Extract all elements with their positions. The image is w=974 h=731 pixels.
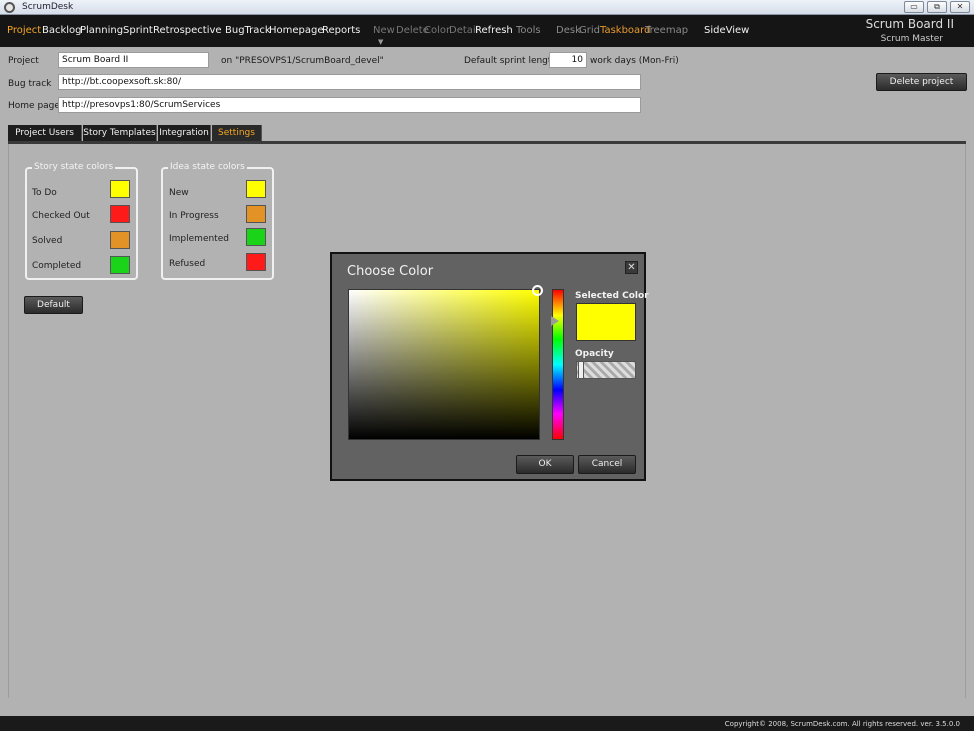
idea-colors-title: Idea state colors bbox=[168, 162, 247, 172]
sprint-length-label: Default sprint length bbox=[464, 56, 558, 66]
homepage-label: Home page bbox=[8, 101, 60, 111]
menu-bugtrack[interactable]: BugTrack bbox=[225, 25, 271, 36]
story-colors-title: Story state colors bbox=[32, 162, 116, 172]
minimize-button[interactable]: ▭ bbox=[904, 1, 924, 13]
main-menubar: Project Backlog Planning Sprint Retrospe… bbox=[0, 15, 974, 47]
ok-button[interactable]: OK bbox=[516, 455, 574, 474]
selected-color-preview bbox=[576, 303, 636, 341]
menu-project[interactable]: Project bbox=[7, 25, 41, 36]
menu-backlog[interactable]: Backlog bbox=[42, 25, 82, 36]
tab-project-users[interactable]: Project Users bbox=[8, 125, 82, 141]
menu-grid[interactable]: Grid bbox=[579, 25, 600, 36]
idea-color-label: Refused bbox=[169, 259, 206, 269]
menu-desk[interactable]: Desk bbox=[556, 25, 581, 36]
user-role: Scrum Master bbox=[880, 34, 943, 44]
menu-planning[interactable]: Planning bbox=[80, 25, 123, 36]
copyright-text: Copyright© 2008, ScrumDesk.com. All righ… bbox=[724, 720, 960, 728]
hue-slider-handle[interactable] bbox=[551, 316, 559, 326]
menu-color[interactable]: Color bbox=[424, 25, 450, 36]
menu-refresh[interactable]: Refresh bbox=[475, 25, 513, 36]
opacity-slider[interactable] bbox=[576, 361, 636, 379]
cancel-button[interactable]: Cancel bbox=[578, 455, 636, 474]
idea-color-swatch[interactable] bbox=[246, 205, 266, 223]
menu-retrospective[interactable]: Retrospective bbox=[153, 25, 222, 36]
tab-settings[interactable]: Settings bbox=[212, 125, 262, 141]
menu-sprint[interactable]: Sprint bbox=[123, 25, 153, 36]
opacity-slider-thumb[interactable] bbox=[578, 361, 584, 379]
story-color-swatch[interactable] bbox=[110, 231, 130, 249]
window-title: ScrumDesk bbox=[22, 2, 74, 12]
tab-story-templates[interactable]: Story Templates bbox=[83, 125, 157, 141]
homepage-url-field[interactable]: http://presovps1:80/ScrumServices bbox=[58, 97, 641, 113]
idea-color-swatch[interactable] bbox=[246, 228, 266, 246]
board-title: Scrum Board II bbox=[865, 17, 954, 31]
delete-project-button[interactable]: Delete project bbox=[876, 73, 967, 91]
menu-reports[interactable]: Reports bbox=[322, 25, 360, 36]
story-color-label: To Do bbox=[32, 188, 57, 198]
window-titlebar: ScrumDesk ▭ ⧉ ✕ bbox=[0, 0, 974, 15]
choose-color-dialog: Choose Color ✕ Selected Color Opacity OK… bbox=[330, 252, 649, 481]
story-color-swatch[interactable] bbox=[110, 205, 130, 223]
close-window-button[interactable]: ✕ bbox=[950, 1, 970, 13]
close-icon[interactable]: ✕ bbox=[625, 261, 638, 274]
story-color-label: Completed bbox=[32, 261, 82, 271]
menu-homepage[interactable]: Homepage bbox=[269, 25, 324, 36]
picker-cursor[interactable] bbox=[532, 285, 543, 296]
bugtrack-label: Bug track bbox=[8, 79, 52, 89]
story-color-swatch[interactable] bbox=[110, 256, 130, 274]
tab-integration[interactable]: Integration bbox=[158, 125, 211, 141]
chevron-down-icon[interactable]: ▼ bbox=[378, 38, 383, 46]
menu-taskboard[interactable]: Taskboard bbox=[600, 25, 650, 36]
restore-button[interactable]: ⧉ bbox=[927, 1, 947, 13]
idea-color-label: New bbox=[169, 188, 189, 198]
idea-color-label: In Progress bbox=[169, 211, 219, 221]
project-name-field[interactable]: Scrum Board II bbox=[58, 52, 209, 68]
story-color-label: Solved bbox=[32, 236, 63, 246]
dialog-title: Choose Color bbox=[347, 264, 434, 279]
saturation-value-picker[interactable] bbox=[348, 289, 540, 440]
project-label: Project bbox=[8, 56, 39, 66]
hue-slider[interactable] bbox=[552, 289, 564, 440]
status-footer: Copyright© 2008, ScrumDesk.com. All righ… bbox=[0, 716, 974, 731]
menu-sideview[interactable]: SideView bbox=[704, 25, 749, 36]
menu-new[interactable]: New bbox=[373, 25, 395, 36]
idea-color-swatch[interactable] bbox=[246, 253, 266, 271]
menu-treemap[interactable]: Treemap bbox=[645, 25, 688, 36]
idea-color-label: Implemented bbox=[169, 234, 229, 244]
selected-color-label: Selected Color bbox=[575, 291, 649, 301]
sprint-length-field[interactable]: 10 bbox=[549, 52, 587, 68]
idea-color-swatch[interactable] bbox=[246, 180, 266, 198]
sprint-unit-label: work days (Mon-Fri) bbox=[590, 56, 679, 66]
default-colors-button[interactable]: Default bbox=[24, 296, 83, 314]
project-location: on "PRESOVPS1/ScrumBoard_devel" bbox=[221, 56, 384, 66]
app-icon bbox=[4, 2, 15, 13]
story-color-swatch[interactable] bbox=[110, 180, 130, 198]
story-color-label: Checked Out bbox=[32, 211, 90, 221]
bugtrack-url-field[interactable]: http://bt.coopexsoft.sk:80/ bbox=[58, 74, 641, 90]
opacity-label: Opacity bbox=[575, 349, 614, 359]
menu-tools[interactable]: Tools bbox=[516, 25, 541, 36]
